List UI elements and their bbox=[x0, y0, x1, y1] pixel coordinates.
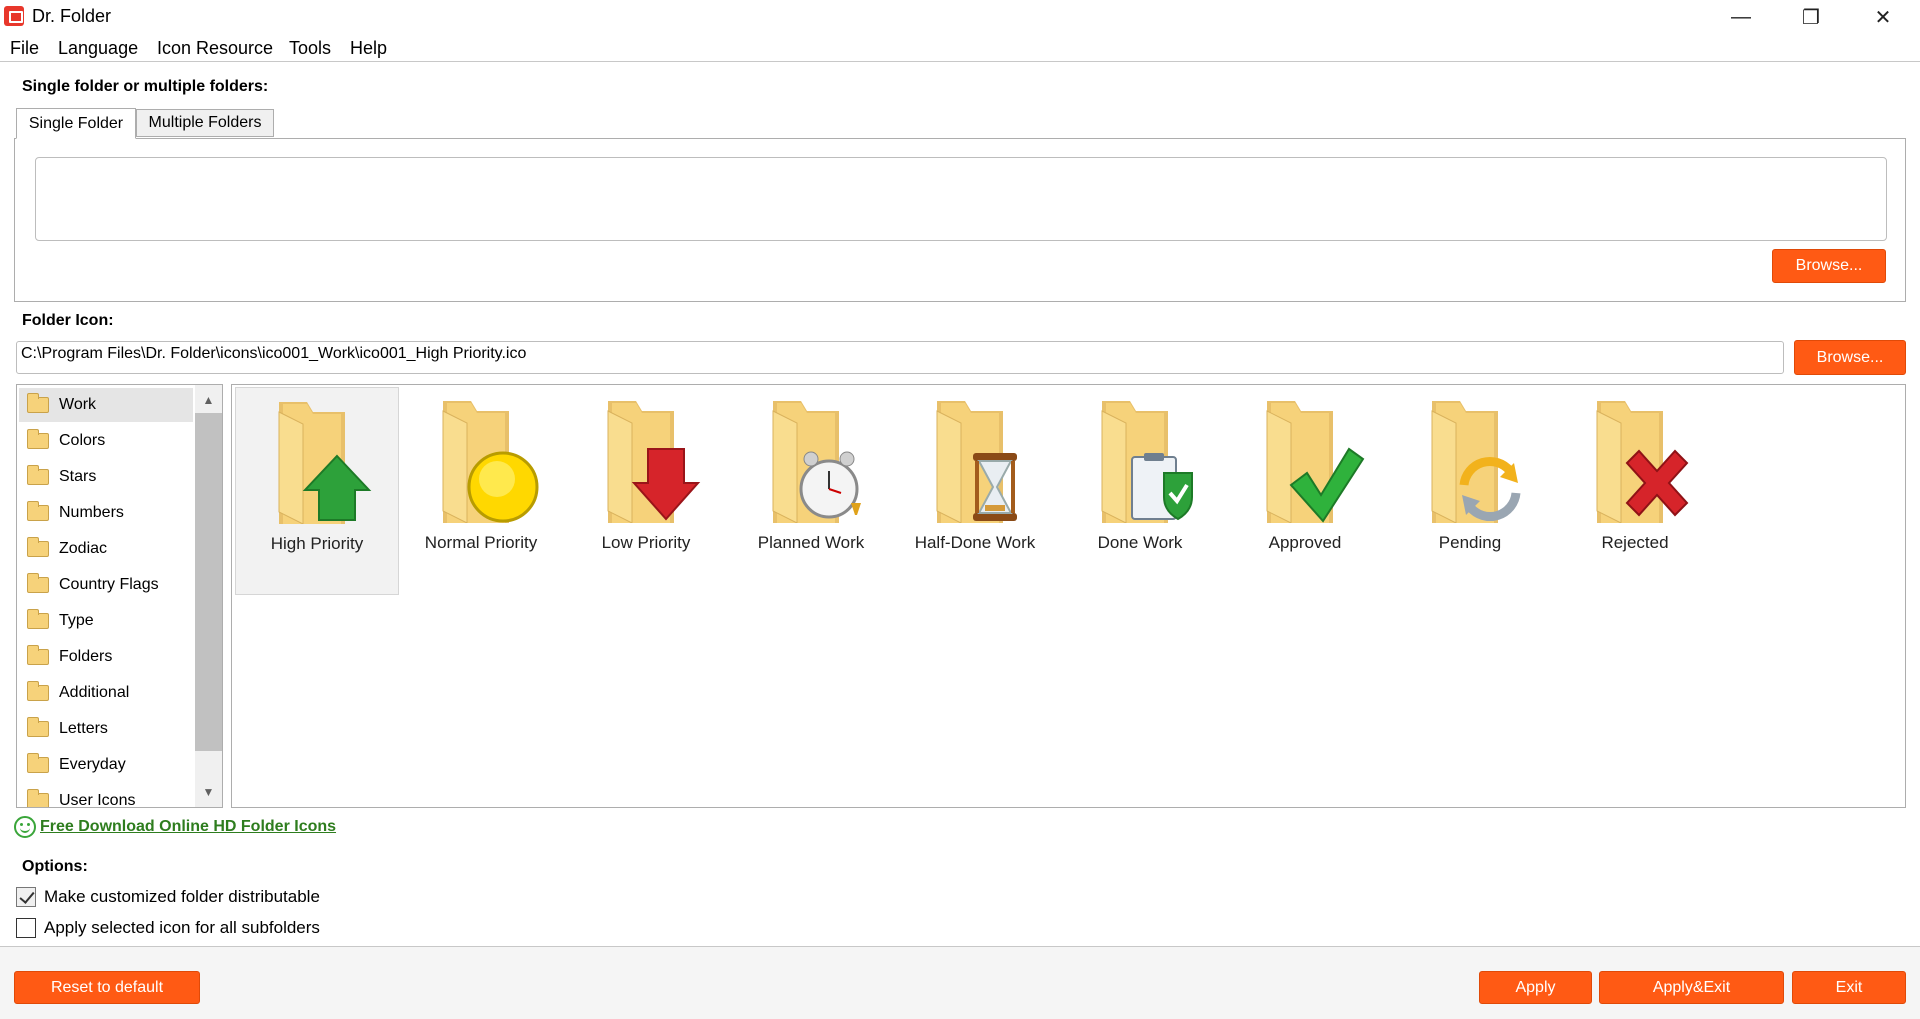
category-item-country-flags[interactable]: Country Flags bbox=[19, 568, 193, 602]
browse-folder-button[interactable]: Browse... bbox=[1772, 249, 1886, 283]
browse-icon-button[interactable]: Browse... bbox=[1794, 340, 1906, 375]
download-icons-link[interactable]: Free Download Online HD Folder Icons bbox=[14, 815, 336, 839]
category-item-stars[interactable]: Stars bbox=[19, 460, 193, 494]
menu-icon-resource[interactable]: Icon Resource bbox=[157, 38, 273, 59]
title-bar: Dr. Folder — ❐ ✕ bbox=[0, 0, 1920, 34]
close-button[interactable]: ✕ bbox=[1848, 0, 1918, 34]
category-item-zodiac[interactable]: Zodiac bbox=[19, 532, 193, 566]
icon-tile-low-priority[interactable]: Low Priority bbox=[564, 387, 728, 595]
icon-path-field[interactable]: C:\Program Files\Dr. Folder\icons\ico001… bbox=[16, 341, 1784, 374]
folder-clipboard-check-icon bbox=[1080, 393, 1200, 523]
menu-language[interactable]: Language bbox=[58, 38, 138, 59]
folder-hourglass-icon bbox=[915, 393, 1035, 523]
category-item-colors[interactable]: Colors bbox=[19, 424, 193, 458]
menu-tools[interactable]: Tools bbox=[289, 38, 331, 59]
folder-arrow-down-icon bbox=[586, 393, 706, 523]
folder-icon bbox=[27, 429, 49, 449]
tab-multiple-folders[interactable]: Multiple Folders bbox=[136, 109, 274, 137]
icon-tile-normal-priority[interactable]: Normal Priority bbox=[399, 387, 563, 595]
folder-arrow-up-icon bbox=[257, 394, 377, 524]
icon-tile-half-done-work[interactable]: Half-Done Work bbox=[893, 387, 1057, 595]
app-logo-icon bbox=[4, 6, 24, 26]
folder-icon-label: Folder Icon: bbox=[22, 312, 114, 329]
exit-button[interactable]: Exit bbox=[1792, 971, 1906, 1004]
minimize-button[interactable]: — bbox=[1706, 0, 1776, 34]
scroll-down-icon[interactable]: ▼ bbox=[195, 779, 222, 805]
icon-label: Planned Work bbox=[757, 533, 865, 552]
reset-to-default-button[interactable]: Reset to default bbox=[14, 971, 200, 1004]
icon-tile-rejected[interactable]: Rejected bbox=[1553, 387, 1717, 595]
folder-section-label: Single folder or multiple folders: bbox=[22, 78, 269, 95]
folder-icon bbox=[27, 393, 49, 413]
category-scroll-thumb[interactable] bbox=[195, 413, 222, 751]
category-item-numbers[interactable]: Numbers bbox=[19, 496, 193, 530]
folder-alarm-clock-icon bbox=[751, 393, 871, 523]
folder-icon bbox=[27, 573, 49, 593]
category-list: Work Colors Stars Numbers Zodiac Country… bbox=[16, 384, 223, 808]
menu-bar: File Language Icon Resource Tools Help bbox=[0, 36, 1920, 62]
menu-file[interactable]: File bbox=[10, 38, 39, 59]
folder-yellow-circle-icon bbox=[421, 393, 541, 523]
folder-icon bbox=[27, 681, 49, 701]
window-title: Dr. Folder bbox=[32, 6, 112, 26]
download-link-text: Free Download Online HD Folder Icons bbox=[40, 818, 337, 835]
icon-label: Normal Priority bbox=[424, 533, 538, 552]
icon-label: High Priority bbox=[270, 534, 364, 553]
folder-path-field[interactable] bbox=[35, 157, 1887, 241]
icon-label: Half-Done Work bbox=[914, 533, 1036, 552]
folder-refresh-arrows-icon bbox=[1410, 393, 1530, 523]
folder-icon bbox=[27, 501, 49, 521]
folder-icon bbox=[27, 753, 49, 773]
folder-icon bbox=[27, 537, 49, 557]
apply-exit-button[interactable]: Apply&Exit bbox=[1599, 971, 1784, 1004]
icon-label: Low Priority bbox=[601, 533, 691, 552]
apply-subfolders-label: Apply selected icon for all subfolders bbox=[44, 918, 320, 937]
apply-button[interactable]: Apply bbox=[1479, 971, 1592, 1004]
icon-tile-planned-work[interactable]: Planned Work bbox=[729, 387, 893, 595]
icon-label: Approved bbox=[1268, 533, 1342, 552]
icon-grid: High Priority Normal Priority Low Priori… bbox=[231, 384, 1906, 808]
category-item-user-icons[interactable]: User Icons bbox=[19, 784, 193, 807]
make-distributable-checkbox[interactable] bbox=[16, 887, 36, 907]
folder-icon bbox=[27, 645, 49, 665]
category-item-type[interactable]: Type bbox=[19, 604, 193, 638]
menu-help[interactable]: Help bbox=[350, 38, 387, 59]
category-item-folders[interactable]: Folders bbox=[19, 640, 193, 674]
tab-single-folder[interactable]: Single Folder bbox=[16, 108, 136, 139]
category-item-everyday[interactable]: Everyday bbox=[19, 748, 193, 782]
restore-button[interactable]: ❐ bbox=[1776, 0, 1846, 34]
icon-tile-pending[interactable]: Pending bbox=[1388, 387, 1552, 595]
icon-label: Pending bbox=[1438, 533, 1502, 552]
folder-green-check-icon bbox=[1245, 393, 1365, 523]
folder-icon bbox=[27, 717, 49, 737]
folder-red-x-icon bbox=[1575, 393, 1695, 523]
make-distributable-option[interactable]: Make customized folder distributable bbox=[16, 886, 320, 908]
scroll-up-icon[interactable]: ▲ bbox=[195, 387, 222, 413]
apply-subfolders-checkbox[interactable] bbox=[16, 918, 36, 938]
options-label: Options: bbox=[22, 858, 88, 875]
folder-icon bbox=[27, 789, 49, 807]
icon-label: Done Work bbox=[1097, 533, 1183, 552]
category-item-work[interactable]: Work bbox=[19, 388, 193, 422]
make-distributable-label: Make customized folder distributable bbox=[44, 887, 320, 906]
single-folder-panel bbox=[14, 138, 1906, 302]
category-item-letters[interactable]: Letters bbox=[19, 712, 193, 746]
apply-subfolders-option[interactable]: Apply selected icon for all subfolders bbox=[16, 917, 320, 939]
icon-tile-high-priority[interactable]: High Priority bbox=[235, 387, 399, 595]
icon-label: Rejected bbox=[1601, 533, 1669, 552]
folder-icon bbox=[27, 609, 49, 629]
smile-icon bbox=[14, 816, 36, 838]
category-item-additional[interactable]: Additional bbox=[19, 676, 193, 710]
icon-tile-done-work[interactable]: Done Work bbox=[1058, 387, 1222, 595]
folder-icon bbox=[27, 465, 49, 485]
icon-tile-approved[interactable]: Approved bbox=[1223, 387, 1387, 595]
